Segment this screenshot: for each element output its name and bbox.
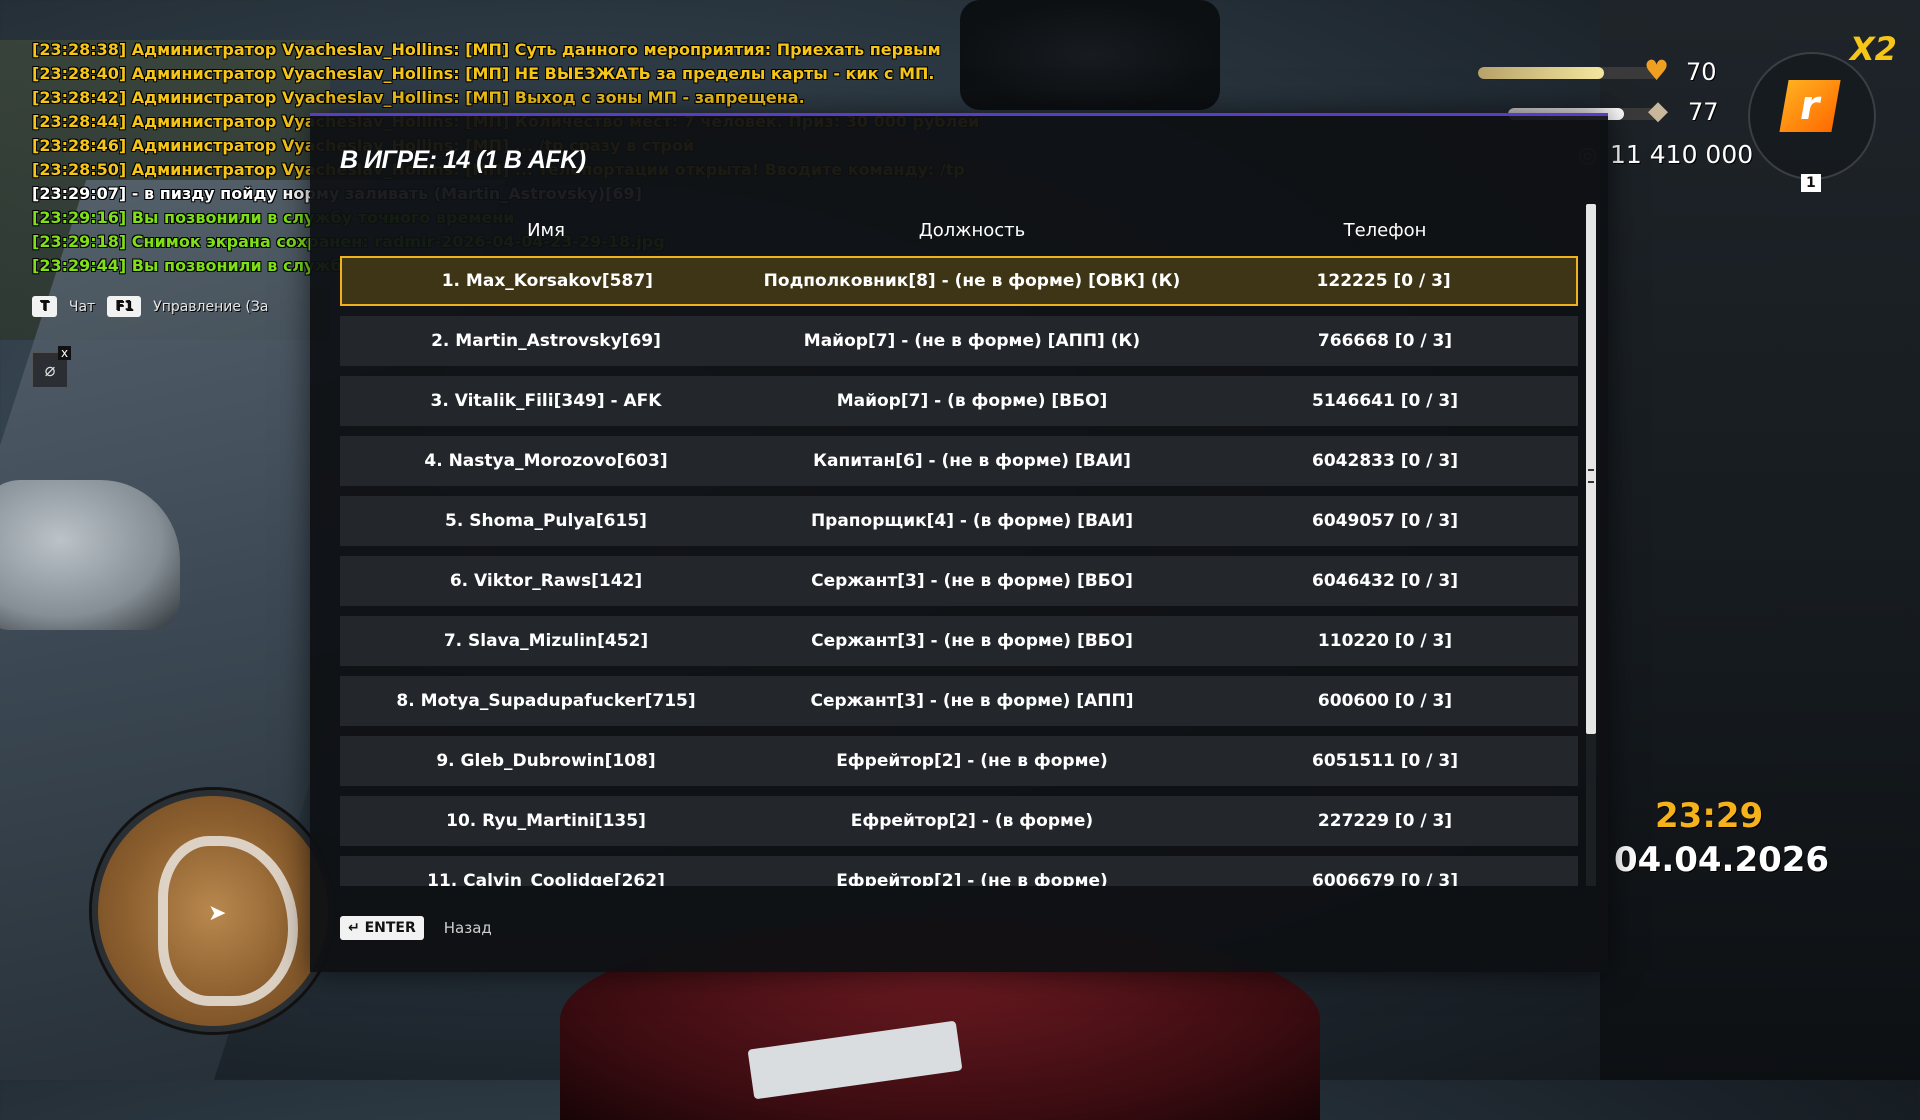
chat-line: [23:28:42] Администратор Vyacheslav_Holl… <box>32 88 805 107</box>
row-name: 11. Calvin_Coolidge[262] <box>427 871 665 886</box>
row-position: Капитан[6] - (не в форме) [ВАИ] <box>813 451 1131 471</box>
table-row[interactable]: 1. Max_Korsakov[587] Подполковник[8] - (… <box>340 256 1578 306</box>
row-name: 7. Slava_Mizulin[452] <box>443 631 649 651</box>
row-phone: 110220 [0 / 3] <box>1317 631 1453 651</box>
table-row[interactable]: 7. Slava_Mizulin[452] Сержант[3] - (не в… <box>340 616 1578 666</box>
row-phone: 6049057 [0 / 3] <box>1312 511 1458 531</box>
f1-key[interactable]: F1 <box>107 296 142 317</box>
header-name: Имя <box>527 220 565 241</box>
table-row[interactable]: 3. Vitalik_Fili[349] - AFK Майор[7] - (в… <box>340 376 1578 426</box>
header-position: Должность <box>918 220 1026 241</box>
row-phone: 227229 [0 / 3] <box>1317 811 1453 831</box>
row-phone: 600600 [0 / 3] <box>1317 691 1453 711</box>
health-value: 70 <box>1686 58 1717 86</box>
health-bar <box>1478 67 1658 79</box>
row-name: 1. Max_Korsakov[587] <box>441 271 653 291</box>
members-list: 1. Max_Korsakov[587] Подполковник[8] - (… <box>340 256 1578 886</box>
row-position: Ефрейтор[2] - (не в форме) <box>836 871 1108 886</box>
table-row[interactable]: 4. Nastya_Morozovo[603] Капитан[6] - (не… <box>340 436 1578 486</box>
panel-title: В ИГРЕ: 14 (1 В AFK) <box>340 146 586 174</box>
bonus-multiplier: X2 <box>1850 30 1897 68</box>
chat-key[interactable]: T <box>32 296 57 317</box>
scroll-grip-icon <box>1588 469 1594 483</box>
row-position: Сержант[3] - (не в форме) [ВБО] <box>811 631 1133 651</box>
row-position: Майор[7] - (не в форме) [АПП] (К) <box>803 331 1141 351</box>
key-hints: T Чат F1 Управление (За <box>32 296 268 317</box>
minimap-road <box>158 836 298 1006</box>
row-name: 9. Gleb_Dubrowin[108] <box>436 751 656 771</box>
row-phone: 766668 [0 / 3] <box>1317 331 1453 351</box>
f1-key-label: Управление (За <box>153 298 269 315</box>
table-row[interactable]: 11. Calvin_Coolidge[262] Ефрейтор[2] - (… <box>340 856 1578 886</box>
row-phone: 6046432 [0 / 3] <box>1312 571 1458 591</box>
row-position: Прапорщик[4] - (в форме) [ВАИ] <box>810 511 1134 531</box>
row-position: Ефрейтор[2] - (в форме) <box>850 811 1094 831</box>
enter-button[interactable]: ↵ ENTER <box>340 916 424 940</box>
row-position: Сержант[3] - (не в форме) [АПП] <box>810 691 1134 711</box>
row-name: 3. Vitalik_Fili[349] - AFK <box>430 391 662 411</box>
back-label[interactable]: Назад <box>444 919 492 937</box>
world-white-car <box>0 480 180 630</box>
health-bar-fill <box>1478 67 1604 79</box>
row-position: Сержант[3] - (не в форме) [ВБО] <box>811 571 1133 591</box>
chat-line: [23:28:38] Администратор Vyacheslav_Holl… <box>32 40 941 59</box>
row-phone: 6006679 [0 / 3] <box>1312 871 1458 886</box>
row-position: Ефрейтор[2] - (не в форме) <box>836 751 1108 771</box>
row-name: 2. Martin_Astrovsky[69] <box>431 331 661 351</box>
panel-footer: ↵ ENTER Назад <box>340 916 492 940</box>
minimap: ➤ <box>92 790 334 1032</box>
player-marker-icon: ➤ <box>208 901 227 926</box>
money-value: 11 410 000 <box>1610 140 1754 169</box>
table-header: Имя Должность Телефон <box>340 216 1578 246</box>
row-position: Подполковник[8] - (не в форме) [ОВК] (К) <box>763 271 1181 291</box>
table-row[interactable]: 2. Martin_Astrovsky[69] Майор[7] - (не в… <box>340 316 1578 366</box>
row-name: 5. Shoma_Pulya[615] <box>445 511 647 531</box>
game-time: 23:29 <box>1655 796 1764 836</box>
table-row[interactable]: 9. Gleb_Dubrowin[108] Ефрейтор[2] - (не … <box>340 736 1578 786</box>
row-phone: 122225 [0 / 3] <box>1316 271 1451 291</box>
row-position: Майор[7] - (в форме) [ВБО] <box>836 391 1108 411</box>
row-phone: 6042833 [0 / 3] <box>1312 451 1458 471</box>
row-name: 4. Nastya_Morozovo[603] <box>424 451 668 471</box>
table-row[interactable]: 6. Viktor_Raws[142] Сержант[3] - (не в ф… <box>340 556 1578 606</box>
header-phone: Телефон <box>1343 220 1427 241</box>
table-row[interactable]: 8. Motya_Supadupafucker[715] Сержант[3] … <box>340 676 1578 726</box>
row-name: 6. Viktor_Raws[142] <box>449 571 643 591</box>
chat-line: [23:28:40] Администратор Vyacheslav_Holl… <box>32 64 935 83</box>
chat-key-label: Чат <box>68 298 96 315</box>
row-name: 8. Motya_Supadupafucker[715] <box>396 691 696 711</box>
online-members-panel: В ИГРЕ: 14 (1 В AFK) Имя Должность Телеф… <box>310 113 1608 972</box>
table-row[interactable]: 5. Shoma_Pulya[615] Прапорщик[4] - (в фо… <box>340 496 1578 546</box>
game-date: 04.04.2026 <box>1614 840 1830 880</box>
table-row[interactable]: 10. Ryu_Martini[135] Ефрейтор[2] - (в фо… <box>340 796 1578 846</box>
heart-icon: ♥ <box>1644 54 1670 87</box>
level-badge: 1 <box>1801 174 1821 192</box>
hunger-value: 77 <box>1688 98 1719 126</box>
row-phone: 6051511 [0 / 3] <box>1312 751 1458 771</box>
row-name: 10. Ryu_Martini[135] <box>446 811 646 831</box>
server-logo-icon: r <box>1779 80 1841 132</box>
close-icon[interactable]: x <box>58 346 72 360</box>
row-phone: 5146641 [0 / 3] <box>1312 391 1458 411</box>
world-cars <box>960 0 1220 110</box>
food-icon: ◆ <box>1648 96 1668 126</box>
